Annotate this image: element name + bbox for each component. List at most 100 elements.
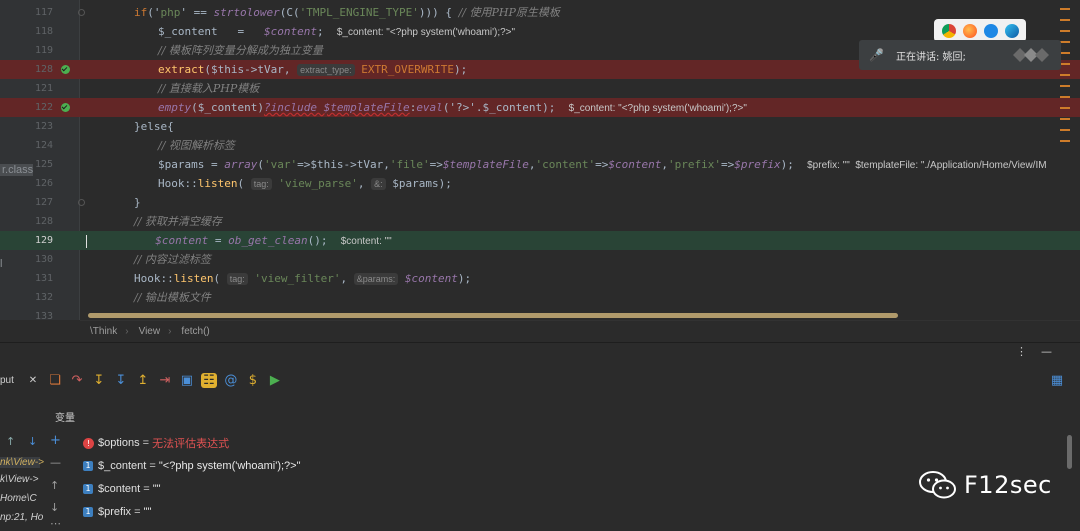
line-number[interactable]: 122	[33, 98, 53, 117]
code-token: =	[217, 25, 264, 38]
layout-settings-icon[interactable]: ▦	[1046, 373, 1068, 388]
panel-header: ⋮ —	[0, 343, 1080, 361]
code-token: &:	[371, 178, 386, 190]
code-editor[interactable]: r.class l 117 if('php' == strtolower(C('T…	[0, 0, 1080, 320]
code-token: // 输出模板文件	[134, 291, 211, 304]
at-icon[interactable]: @	[220, 373, 242, 388]
evaluate-icon[interactable]: ▣	[176, 373, 198, 388]
force-step-into-icon[interactable]: ↧	[110, 373, 132, 388]
line-number[interactable]: 133	[33, 307, 53, 320]
variable-row[interactable]: ! $options = 无法评估表达式	[83, 434, 229, 452]
code-token: extract	[158, 63, 205, 76]
line-number[interactable]: 124	[33, 136, 53, 155]
line-number[interactable]: 128	[33, 212, 53, 231]
breakpoint-check-icon[interactable]	[61, 65, 70, 74]
frame-item[interactable]: Home\C	[0, 493, 37, 504]
variable-row[interactable]: 1 $_content = "<?php system('whoami');?>…	[83, 457, 301, 475]
line-number[interactable]: 117	[33, 3, 53, 22]
watches-icon[interactable]: ☷	[200, 372, 217, 388]
firefox-icon[interactable]	[962, 23, 977, 38]
code-token: // 视图解析标签	[158, 139, 235, 152]
close-tab-icon[interactable]: ✕	[22, 375, 44, 386]
breadcrumb-namespace[interactable]: \Think	[90, 326, 117, 337]
code-text: // 内容过滤标签	[134, 250, 211, 269]
code-token: ('?>'.$_content);	[442, 101, 569, 114]
line-number[interactable]: 132	[33, 288, 53, 307]
code-line[interactable]: 125 $params = array('var'=>$this->tVar,'f…	[0, 155, 1080, 174]
code-line[interactable]: 124 // 视图解析标签	[0, 136, 1080, 155]
code-token: tag:	[226, 273, 248, 285]
line-number[interactable]: 126	[33, 174, 53, 193]
variable-row[interactable]: 1 $content = ""	[83, 480, 161, 498]
speaking-notification: 🎤 正在讲话: 姚回;	[859, 40, 1061, 70]
line-number[interactable]: 128	[33, 60, 53, 79]
code-token: 'content'	[535, 158, 596, 171]
edge-icon[interactable]	[1004, 23, 1019, 38]
resume-icon[interactable]: ▶	[264, 373, 286, 388]
variable-row[interactable]: 1 $prefix = ""	[83, 503, 151, 521]
breadcrumb-method[interactable]: fetch()	[181, 326, 209, 337]
code-line[interactable]: 123 }else{	[0, 117, 1080, 136]
code-line[interactable]: 126 Hook::listen( tag: 'view_parse', &: $…	[0, 174, 1080, 193]
line-number[interactable]: 127	[33, 193, 53, 212]
chrome-icon[interactable]	[941, 23, 956, 38]
code-line[interactable]: 117 if('php' == strtolower(C('TMPL_ENGINE…	[0, 3, 1080, 22]
code-token: $templateFile	[442, 158, 529, 171]
browser-launch-bar	[934, 19, 1026, 42]
code-token: $prefix: "" $templateFile: "./Applicatio…	[807, 160, 1047, 171]
line-number[interactable]: 123	[33, 117, 53, 136]
frame-item[interactable]: np:21, Ho	[0, 512, 43, 523]
code-token: (	[257, 158, 264, 171]
breakpoint-check-icon[interactable]	[61, 103, 70, 112]
output-tab[interactable]: put	[0, 375, 14, 386]
vertical-scrollbar[interactable]	[1067, 435, 1072, 469]
code-token: =	[208, 234, 229, 247]
code-line[interactable]: 131 Hook::listen( tag: 'view_filter', &pa…	[0, 269, 1080, 288]
ie-icon[interactable]	[983, 23, 998, 38]
code-token: array	[224, 158, 258, 171]
line-number[interactable]: 125	[33, 155, 53, 174]
code-line[interactable]: 121 // 直接载入PHP模板	[0, 79, 1080, 98]
error-stripe[interactable]	[1060, 8, 1070, 151]
code-token: $params	[158, 158, 205, 171]
frame-item[interactable]: nk\View->	[0, 457, 44, 468]
code-token: $content	[398, 272, 458, 285]
current-execution-line[interactable]: 129 $content = ob_get_clean(); $content:…	[0, 231, 1080, 250]
code-line[interactable]: 127}	[0, 193, 1080, 212]
fold-toggle-icon[interactable]	[78, 199, 85, 206]
minimize-icon[interactable]: —	[1041, 345, 1052, 358]
line-number[interactable]: 119	[33, 41, 53, 60]
frame-item[interactable]: k\View->	[0, 474, 38, 485]
line-number[interactable]: 130	[33, 250, 53, 269]
more-icon[interactable]: ⋮	[1016, 345, 1027, 358]
code-token: $content	[263, 25, 317, 38]
line-number[interactable]: 121	[33, 79, 53, 98]
breakpoint-line[interactable]: 122 empty($_content)?include $templateFil…	[0, 98, 1080, 117]
step-over-icon[interactable]: ↷	[66, 373, 88, 388]
code-text: }	[134, 193, 141, 212]
code-token: ,	[340, 272, 354, 285]
code-line[interactable]: 130 // 内容过滤标签	[0, 250, 1080, 269]
code-token: $content	[155, 234, 209, 247]
line-number[interactable]: 118	[33, 22, 53, 41]
code-text: Hook::listen( tag: 'view_parse', &: $par…	[158, 174, 452, 193]
code-line[interactable]: 132 // 输出模板文件	[0, 288, 1080, 307]
step-into-icon[interactable]: ↧	[88, 373, 110, 388]
dollar-icon[interactable]: $	[242, 373, 264, 388]
run-to-cursor-icon[interactable]: ⇥	[154, 373, 176, 388]
code-text: }else{	[134, 117, 174, 136]
meeting-logo-icon	[1013, 48, 1049, 62]
code-token: (C(	[279, 6, 300, 19]
line-number[interactable]: 129	[33, 231, 53, 250]
variable-name: $prefix	[98, 506, 132, 518]
code-line[interactable]: 128 // 获取并清空缓存	[0, 212, 1080, 231]
line-number[interactable]: 131	[33, 269, 53, 288]
code-line[interactable]: 118 $_content = $content; $_content: "<?p…	[0, 22, 1080, 41]
code-token: ob_get_clean	[228, 234, 308, 247]
code-token: =	[204, 158, 225, 171]
step-out-icon[interactable]: ↥	[132, 373, 154, 388]
breadcrumb-class[interactable]: View	[139, 326, 161, 337]
fold-toggle-icon[interactable]	[78, 9, 85, 16]
horizontal-scrollbar[interactable]	[88, 313, 898, 318]
restore-layout-icon[interactable]: ❏	[44, 373, 66, 388]
